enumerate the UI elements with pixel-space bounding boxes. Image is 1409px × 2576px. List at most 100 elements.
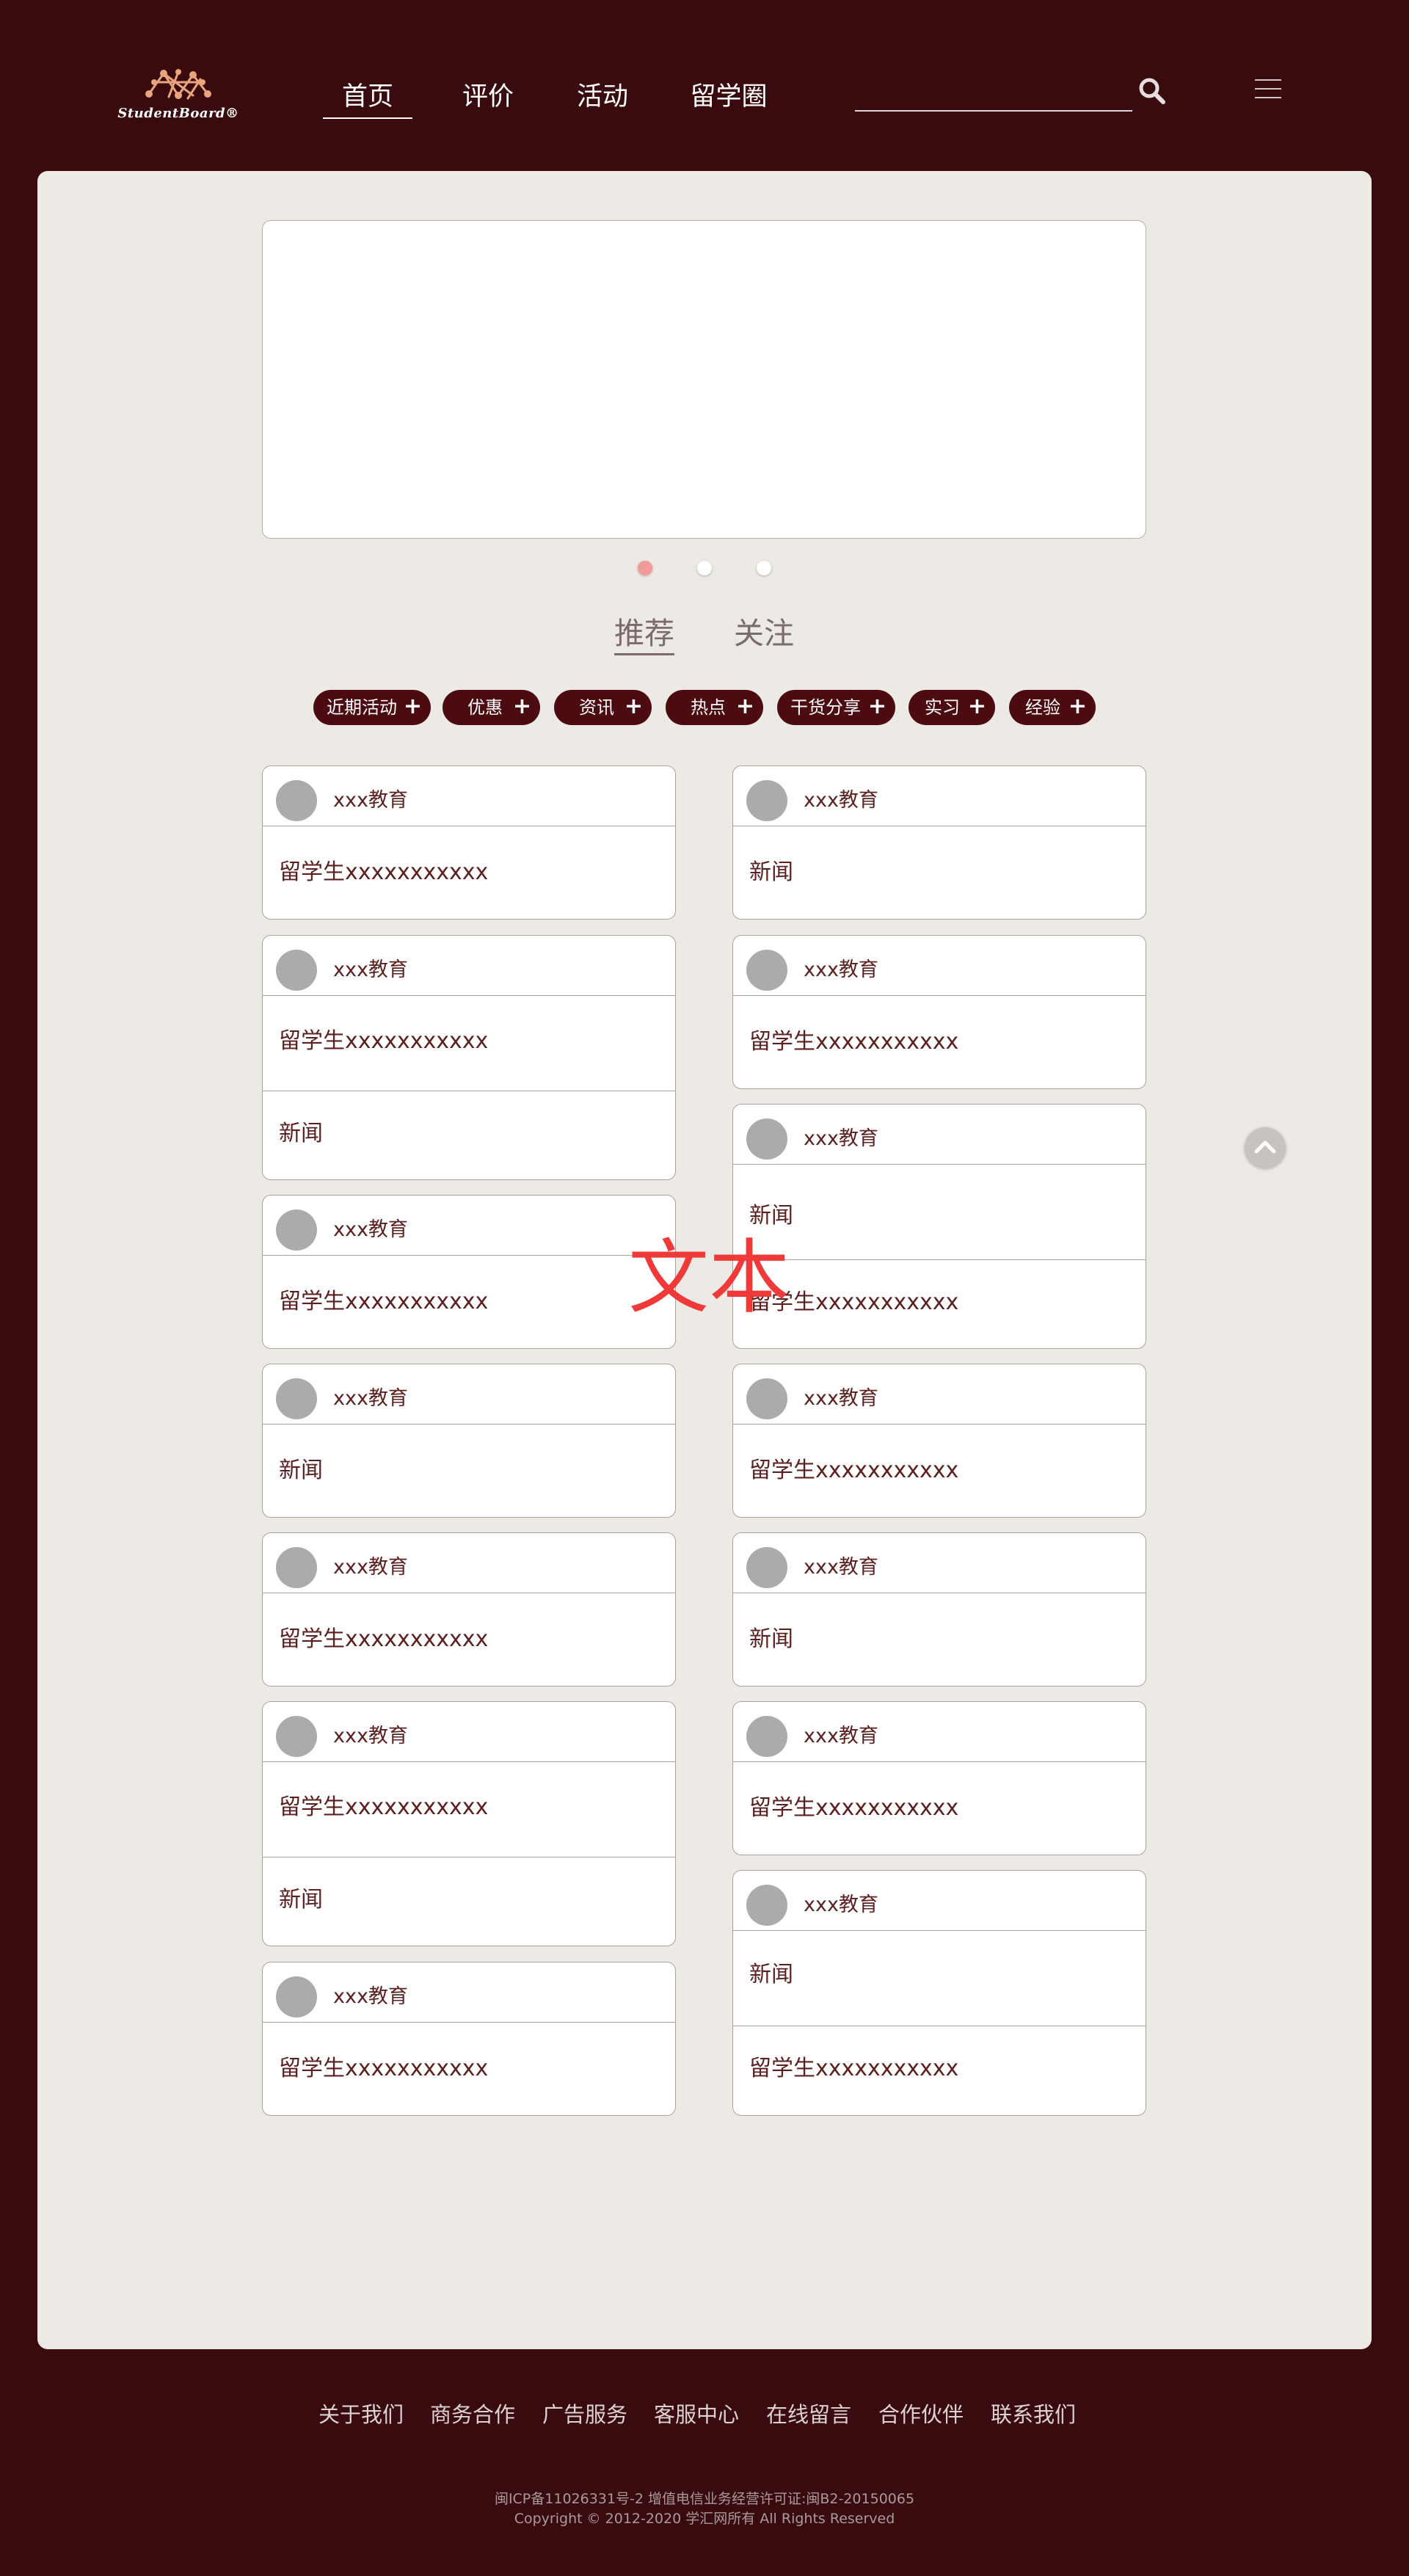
org-name: xxx教育: [333, 1725, 408, 1747]
card-header: xxx教育: [263, 1196, 675, 1256]
chip-label: 优惠: [467, 697, 503, 718]
chip-label: 资讯: [579, 697, 614, 718]
plus-icon: +: [403, 694, 422, 719]
org-name: xxx教育: [804, 1893, 878, 1916]
card-row: 留学生xxxxxxxxxxx: [749, 1029, 959, 1055]
org-name: xxx教育: [804, 1725, 878, 1747]
card-row: 留学生xxxxxxxxxxx: [749, 2056, 959, 2081]
footer-copyright: Copyright © 2012-2020 学汇网所有 All Rights R…: [514, 2511, 895, 2527]
footer-link-advertising[interactable]: 广告服务: [542, 2400, 627, 2429]
chevron-up-icon: [1254, 1140, 1276, 1154]
chip-internship[interactable]: 实习 +: [909, 690, 995, 725]
back-to-top-button[interactable]: [1245, 1127, 1286, 1168]
feed-card[interactable]: xxx教育 留学生xxxxxxxxxxx: [262, 1532, 676, 1687]
org-name: xxx教育: [804, 789, 878, 812]
feed-card[interactable]: xxx教育 留学生xxxxxxxxxxx: [262, 1962, 676, 2116]
card-row: 新闻: [279, 1121, 323, 1146]
hamburger-menu-icon[interactable]: [1255, 79, 1281, 100]
search-underline: [855, 110, 1132, 112]
org-name: xxx教育: [804, 958, 878, 981]
feed-card[interactable]: xxx教育 留学生xxxxxxxxxxx: [262, 765, 676, 920]
org-name: xxx教育: [804, 1127, 878, 1150]
feed-card[interactable]: xxx教育 留学生xxxxxxxxxxx: [732, 935, 1146, 1089]
feed-card[interactable]: xxx教育 留学生xxxxxxxxxxx: [262, 1195, 676, 1349]
search-input[interactable]: [855, 79, 1129, 110]
org-name: xxx教育: [804, 1556, 878, 1579]
feed-card[interactable]: xxx教育 新闻: [262, 1364, 676, 1518]
nav-item-reviews[interactable]: 评价: [459, 81, 517, 113]
card-row: 留学生xxxxxxxxxxx: [749, 1795, 959, 1821]
card-row: 留学生xxxxxxxxxxx: [749, 1289, 959, 1315]
card-header: xxx教育: [733, 936, 1146, 996]
org-name: xxx教育: [333, 789, 408, 812]
avatar: [276, 950, 317, 991]
org-name: xxx教育: [333, 1556, 408, 1579]
avatar: [746, 1118, 787, 1160]
plus-icon: +: [967, 694, 986, 719]
org-name: xxx教育: [333, 1985, 408, 2008]
avatar: [746, 1885, 787, 1926]
card-row: 留学生xxxxxxxxxxx: [263, 996, 675, 1091]
chip-label: 实习: [925, 697, 960, 718]
tab-recommended[interactable]: 推荐: [614, 614, 674, 655]
footer-link-customer-service[interactable]: 客服中心: [654, 2400, 739, 2429]
feed-card[interactable]: xxx教育 新闻 留学生xxxxxxxxxxx: [732, 1104, 1146, 1349]
plus-icon: +: [512, 694, 531, 719]
card-header: xxx教育: [733, 1533, 1146, 1593]
plus-icon: +: [735, 694, 754, 719]
card-header: xxx教育: [263, 1702, 675, 1762]
studentboard-logo[interactable]: StudentBoard®: [109, 66, 248, 128]
chip-news[interactable]: 资讯 +: [554, 690, 652, 725]
card-row: 留学生xxxxxxxxxxx: [749, 1458, 959, 1483]
card-row: 留学生xxxxxxxxxxx: [279, 2056, 489, 2081]
footer-link-partners[interactable]: 合作伙伴: [878, 2400, 964, 2429]
footer-link-message[interactable]: 在线留言: [766, 2400, 851, 2429]
footer-link-business[interactable]: 商务合作: [430, 2400, 515, 2429]
card-row: 留学生xxxxxxxxxxx: [263, 1762, 675, 1858]
card-header: xxx教育: [263, 766, 675, 826]
chip-discounts[interactable]: 优惠 +: [443, 690, 540, 725]
chip-label: 近期活动: [327, 697, 397, 718]
chip-experience[interactable]: 经验 +: [1009, 690, 1096, 725]
carousel-dot-2[interactable]: [697, 561, 712, 575]
footer-link-contact-us[interactable]: 联系我们: [991, 2400, 1076, 2429]
logo-text: StudentBoard®: [117, 106, 239, 121]
card-header: xxx教育: [733, 1702, 1146, 1762]
footer-link-about-us[interactable]: 关于我们: [318, 2400, 404, 2429]
card-header: xxx教育: [733, 1105, 1146, 1165]
feed-card[interactable]: xxx教育 留学生xxxxxxxxxxx 新闻: [262, 935, 676, 1180]
card-row: 新闻: [749, 1626, 793, 1652]
plus-icon: +: [624, 694, 643, 719]
plus-icon: +: [1068, 694, 1087, 719]
avatar: [746, 950, 787, 991]
feed-card[interactable]: xxx教育 新闻 留学生xxxxxxxxxxx: [732, 1870, 1146, 2116]
nav-item-study-abroad-circle[interactable]: 留学圈: [688, 81, 770, 113]
nav-item-home[interactable]: 首页: [323, 81, 412, 119]
carousel-dot-3[interactable]: [757, 561, 771, 575]
card-header: xxx教育: [263, 936, 675, 996]
banner-carousel[interactable]: [262, 220, 1146, 539]
feed-card[interactable]: xxx教育 留学生xxxxxxxxxxx: [732, 1701, 1146, 1855]
avatar: [746, 780, 787, 821]
nav-item-activities[interactable]: 活动: [573, 81, 632, 113]
chip-hot-topics[interactable]: 热点 +: [666, 690, 763, 725]
search-icon[interactable]: [1137, 76, 1167, 106]
site-header: StudentBoard® 首页 评价 活动 留学圈: [0, 0, 1409, 170]
feed-card[interactable]: xxx教育 留学生xxxxxxxxxxx 新闻: [262, 1701, 676, 1946]
org-name: xxx教育: [333, 1387, 408, 1410]
feed-card[interactable]: xxx教育 留学生xxxxxxxxxxx: [732, 1364, 1146, 1518]
avatar: [276, 1547, 317, 1588]
card-row: 新闻: [279, 1887, 323, 1913]
card-header: xxx教育: [733, 766, 1146, 826]
logo-network-icon: [145, 69, 211, 100]
carousel-dot-1[interactable]: [638, 561, 652, 575]
tab-following[interactable]: 关注: [734, 614, 794, 653]
avatar: [276, 1716, 317, 1757]
chip-practical-sharing[interactable]: 干货分享 +: [777, 690, 895, 725]
card-row: 留学生xxxxxxxxxxx: [279, 1626, 489, 1652]
feed-card[interactable]: xxx教育 新闻: [732, 1532, 1146, 1687]
chip-label: 经验: [1025, 697, 1060, 718]
chip-recent-activities[interactable]: 近期活动 +: [313, 690, 431, 725]
avatar: [276, 1378, 317, 1419]
feed-card[interactable]: xxx教育 新闻: [732, 765, 1146, 920]
